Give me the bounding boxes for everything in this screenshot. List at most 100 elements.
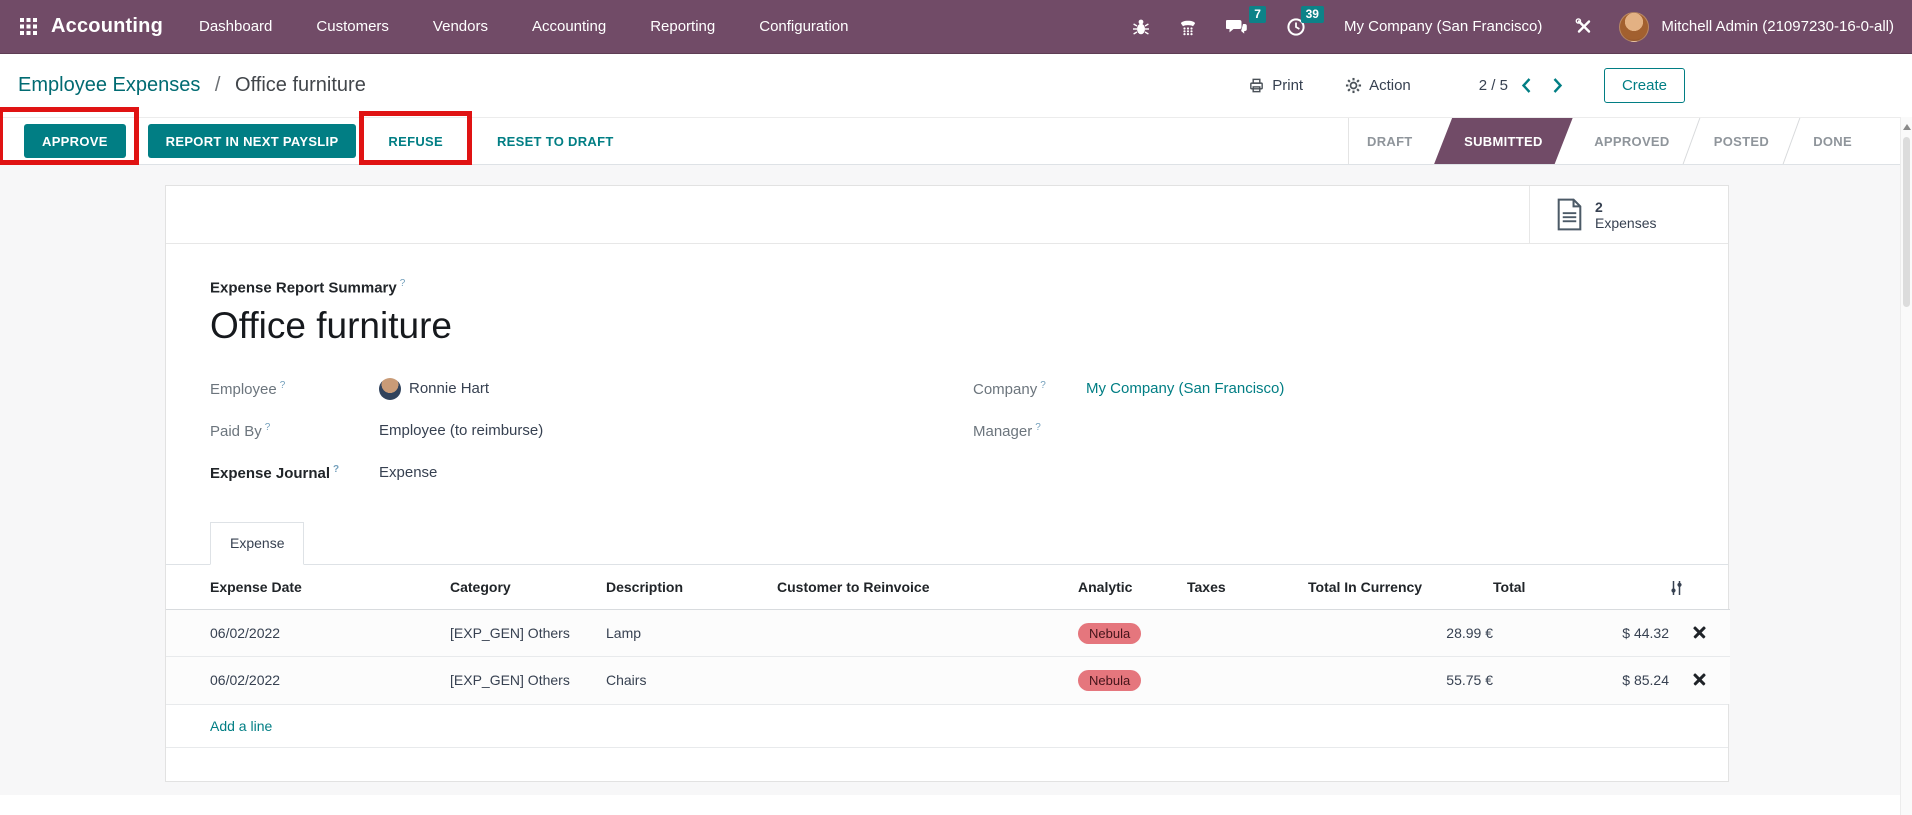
manager-field-label: Manager? bbox=[973, 422, 1086, 440]
cell-category[interactable]: [EXP_GEN] Others bbox=[450, 610, 606, 657]
optional-columns-icon[interactable] bbox=[1669, 565, 1730, 610]
cell-delete bbox=[1669, 610, 1730, 657]
pager-count: 2 / 5 bbox=[1479, 77, 1508, 94]
chatter-section bbox=[0, 795, 1900, 815]
add-a-line-link[interactable]: Add a line bbox=[210, 718, 272, 734]
menu-item-dashboard[interactable]: Dashboard bbox=[199, 18, 272, 35]
form-sheet: 2 Expenses Expense Report Summary? Offic… bbox=[165, 185, 1729, 782]
chevron-left-icon[interactable] bbox=[1514, 73, 1539, 98]
expense-lines-table: Expense Date Category Description Custom… bbox=[166, 565, 1730, 704]
menu-item-accounting[interactable]: Accounting bbox=[532, 18, 606, 35]
status-step-submitted[interactable]: SUBMITTED bbox=[1434, 118, 1573, 164]
paid-by-field-label: Paid By? bbox=[210, 422, 379, 440]
chevron-right-icon[interactable] bbox=[1545, 73, 1570, 98]
col-total[interactable]: Total bbox=[1493, 565, 1669, 610]
menu-item-customers[interactable]: Customers bbox=[316, 18, 389, 35]
app-name: Accounting bbox=[51, 15, 163, 38]
help-marker: ? bbox=[400, 278, 406, 289]
create-button[interactable]: Create bbox=[1604, 68, 1685, 103]
pager: 2 / 5 bbox=[1479, 73, 1570, 98]
col-expense-date[interactable]: Expense Date bbox=[166, 565, 450, 610]
delete-row-icon[interactable] bbox=[1693, 625, 1706, 638]
voip-phone-icon[interactable] bbox=[1176, 15, 1200, 38]
cell-taxes[interactable] bbox=[1187, 657, 1308, 704]
col-taxes[interactable]: Taxes bbox=[1187, 565, 1308, 610]
action-button[interactable]: Action bbox=[1339, 76, 1417, 95]
col-customer-to-reinvoice[interactable]: Customer to Reinvoice bbox=[777, 565, 1064, 610]
document-icon bbox=[1556, 198, 1583, 231]
col-description[interactable]: Description bbox=[606, 565, 777, 610]
status-step-approved[interactable]: APPROVED bbox=[1576, 118, 1687, 164]
breadcrumb-separator: / bbox=[215, 74, 221, 96]
tab-expense[interactable]: Expense bbox=[210, 522, 304, 565]
top-navbar: Accounting Dashboard Customers Vendors A… bbox=[0, 0, 1912, 54]
cell-customer-to-reinvoice[interactable] bbox=[777, 657, 1064, 704]
cell-category[interactable]: [EXP_GEN] Others bbox=[450, 657, 606, 704]
status-step-posted[interactable]: POSTED bbox=[1696, 118, 1787, 164]
cell-analytic[interactable]: Nebula bbox=[1064, 657, 1187, 704]
debug-tools-icon[interactable] bbox=[1572, 15, 1595, 38]
paid-by-field-value[interactable]: Employee (to reimburse) bbox=[379, 422, 543, 439]
expense-row[interactable]: 06/02/2022 [EXP_GEN] Others Chairs Nebul… bbox=[166, 657, 1730, 704]
cell-analytic[interactable]: Nebula bbox=[1064, 610, 1187, 657]
activities-badge: 39 bbox=[1301, 6, 1324, 23]
print-button[interactable]: Print bbox=[1242, 76, 1309, 95]
cell-description[interactable]: Lamp bbox=[606, 610, 777, 657]
apps-grid-icon[interactable] bbox=[14, 12, 43, 41]
expense-row[interactable]: 06/02/2022 [EXP_GEN] Others Lamp Nebula … bbox=[166, 610, 1730, 657]
main-menu: Dashboard Customers Vendors Accounting R… bbox=[199, 18, 848, 35]
reset-to-draft-button[interactable]: RESET TO DRAFT bbox=[479, 124, 632, 158]
expenses-stat-button[interactable]: 2 Expenses bbox=[1529, 186, 1728, 243]
vertical-scrollbar[interactable] bbox=[1900, 117, 1912, 815]
menu-item-vendors[interactable]: Vendors bbox=[433, 18, 488, 35]
approve-button[interactable]: APPROVE bbox=[24, 124, 126, 158]
user-menu[interactable]: Mitchell Admin (21097230-16-0-all) bbox=[1661, 18, 1894, 35]
form-statusbar: APPROVE REPORT IN NEXT PAYSLIP REFUSE RE… bbox=[0, 117, 1912, 165]
col-analytic[interactable]: Analytic bbox=[1064, 565, 1187, 610]
print-label: Print bbox=[1272, 77, 1303, 94]
breadcrumb-current: Office furniture bbox=[235, 74, 366, 96]
expense-journal-field-label: Expense Journal? bbox=[210, 464, 379, 482]
refuse-button[interactable]: REFUSE bbox=[370, 124, 461, 158]
cell-taxes[interactable] bbox=[1187, 610, 1308, 657]
company-switcher[interactable]: My Company (San Francisco) bbox=[1344, 18, 1542, 35]
cell-description[interactable]: Chairs bbox=[606, 657, 777, 704]
company-field-value[interactable]: My Company (San Francisco) bbox=[1086, 380, 1284, 397]
cell-expense-date[interactable]: 06/02/2022 bbox=[166, 657, 450, 704]
user-avatar[interactable] bbox=[1619, 12, 1649, 42]
summary-field-label: Expense Report Summary bbox=[210, 279, 397, 296]
scrollbar-up-arrow[interactable] bbox=[1903, 124, 1911, 130]
cell-total-in-currency[interactable]: 55.75 € bbox=[1308, 657, 1493, 704]
expense-journal-field-value[interactable]: Expense bbox=[379, 464, 437, 481]
cell-total[interactable]: $ 44.32 bbox=[1493, 610, 1669, 657]
control-panel: Employee Expenses / Office furniture Pri… bbox=[0, 54, 1912, 117]
employee-avatar bbox=[379, 378, 401, 400]
bug-icon[interactable] bbox=[1130, 16, 1152, 38]
breadcrumb-parent[interactable]: Employee Expenses bbox=[18, 74, 200, 96]
status-step-done[interactable]: DONE bbox=[1795, 118, 1870, 164]
cell-expense-date[interactable]: 06/02/2022 bbox=[166, 610, 450, 657]
cell-total-in-currency[interactable]: 28.99 € bbox=[1308, 610, 1493, 657]
record-title-input[interactable]: Office furniture bbox=[210, 304, 1684, 348]
activities-clock-icon[interactable]: 39 bbox=[1284, 15, 1308, 39]
employee-field-value[interactable]: Ronnie Hart bbox=[379, 378, 489, 400]
messages-icon[interactable]: 7 bbox=[1224, 15, 1250, 38]
employee-field-label: Employee? bbox=[210, 380, 379, 398]
menu-item-reporting[interactable]: Reporting bbox=[650, 18, 715, 35]
analytic-badge: Nebula bbox=[1078, 670, 1141, 691]
expenses-count: 2 bbox=[1595, 199, 1656, 215]
col-total-in-currency[interactable]: Total In Currency bbox=[1308, 565, 1493, 610]
gear-icon bbox=[1345, 77, 1362, 94]
navbar-systray: 7 39 My Company (San Francisco) bbox=[1130, 12, 1894, 42]
delete-row-icon[interactable] bbox=[1693, 672, 1706, 685]
status-pipeline: DRAFT SUBMITTED APPROVED POSTED DONE bbox=[1348, 118, 1870, 164]
col-category[interactable]: Category bbox=[450, 565, 606, 610]
report-in-next-payslip-button[interactable]: REPORT IN NEXT PAYSLIP bbox=[148, 124, 357, 158]
cell-total[interactable]: $ 85.24 bbox=[1493, 657, 1669, 704]
scrollbar-thumb[interactable] bbox=[1903, 137, 1910, 307]
menu-item-configuration[interactable]: Configuration bbox=[759, 18, 848, 35]
status-step-draft[interactable]: DRAFT bbox=[1349, 118, 1431, 164]
odoo-window: Accounting Dashboard Customers Vendors A… bbox=[0, 0, 1912, 815]
expenses-label: Expenses bbox=[1595, 215, 1656, 231]
cell-customer-to-reinvoice[interactable] bbox=[777, 610, 1064, 657]
